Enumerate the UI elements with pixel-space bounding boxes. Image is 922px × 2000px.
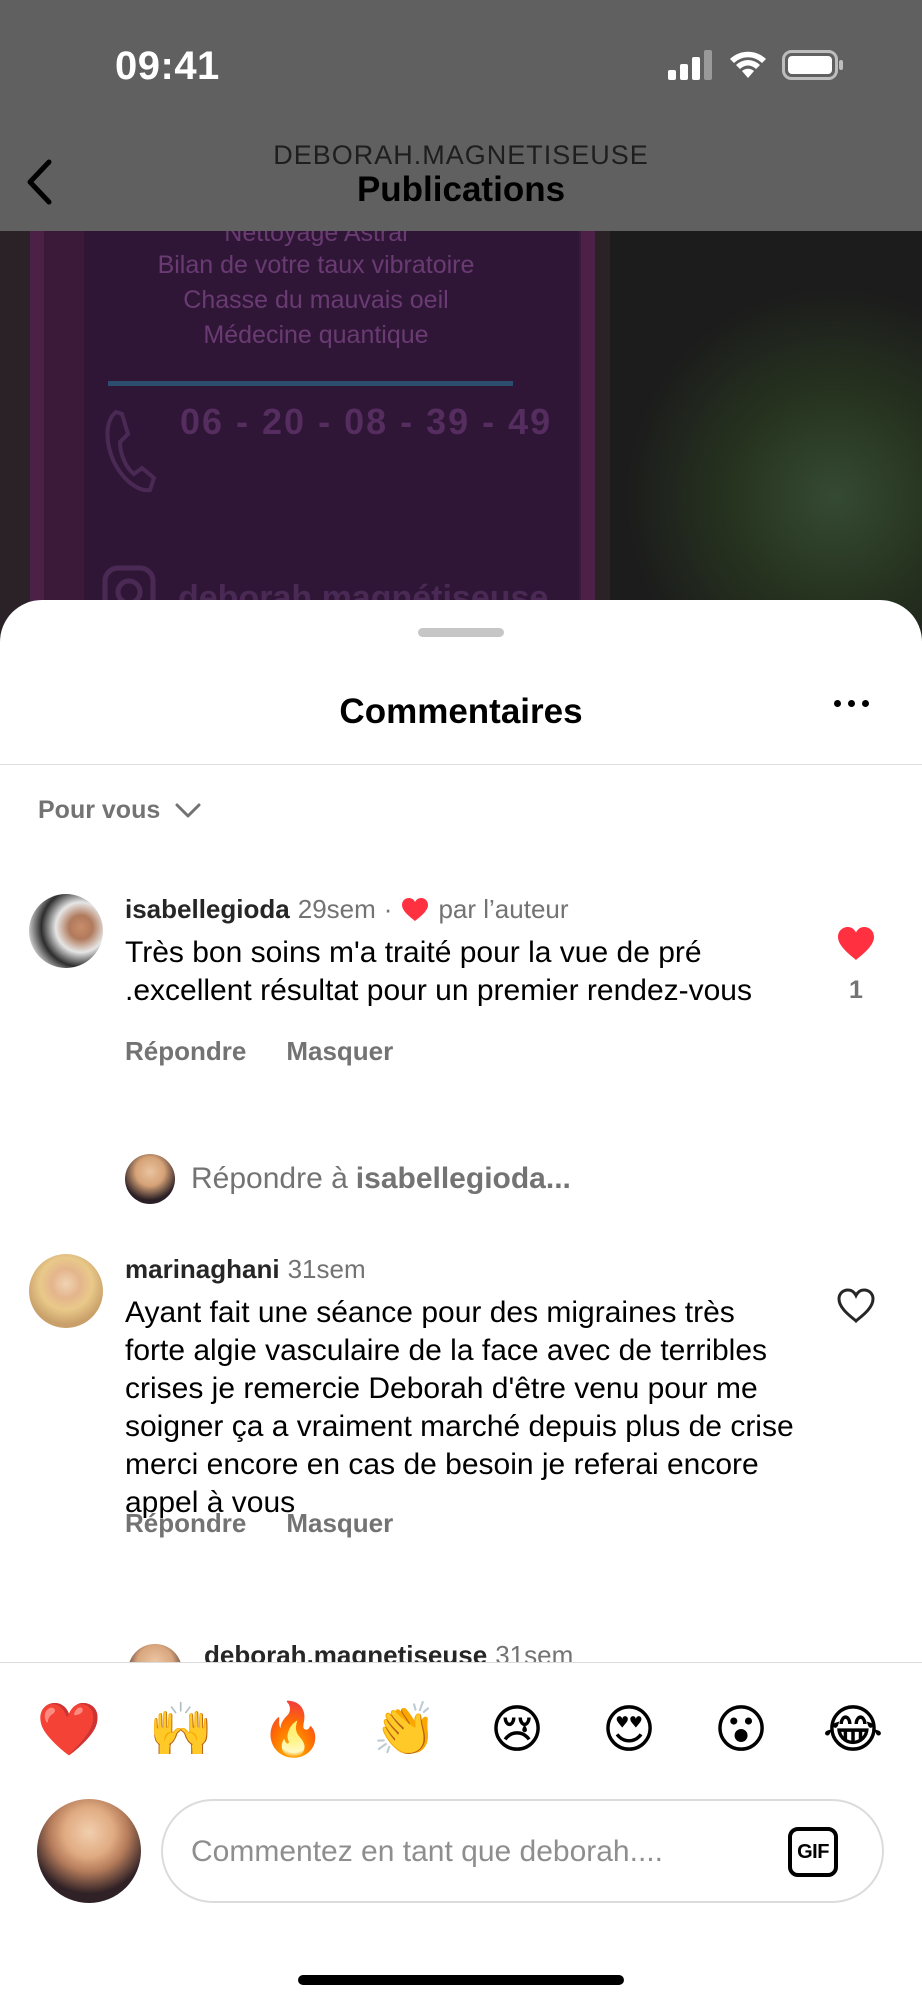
reply-prompt-user: isabellegioda... bbox=[355, 1162, 571, 1195]
reply-button[interactable]: Répondre bbox=[125, 1508, 246, 1539]
emoji-heart-eyes[interactable]: 😍 bbox=[594, 1695, 664, 1765]
heart-filled-icon bbox=[838, 927, 874, 960]
nav-title: Publications bbox=[356, 170, 566, 209]
background-post-view: Nettoyage Astral Bilan de votre taux vib… bbox=[0, 0, 922, 640]
comment-input-container: GIF bbox=[161, 1799, 884, 1903]
sort-filter-label: Pour vous bbox=[38, 796, 161, 824]
comment-username[interactable]: isabellegioda bbox=[125, 894, 290, 925]
comment-text: Ayant fait une séance pour des migraines… bbox=[125, 1296, 794, 1519]
avatar[interactable] bbox=[29, 894, 103, 968]
reply-prompt[interactable]: Répondre à isabellegioda... bbox=[125, 1154, 571, 1204]
post-text-line: Médecine quantique bbox=[203, 321, 429, 349]
sheet-grabber[interactable] bbox=[418, 628, 504, 637]
gif-button[interactable]: GIF bbox=[788, 1827, 838, 1877]
avatar[interactable] bbox=[29, 1254, 103, 1328]
post-divider bbox=[108, 381, 513, 386]
comment-username[interactable]: deborah.magnetiseuse bbox=[204, 1640, 487, 1662]
emoji-fire[interactable]: 🔥 bbox=[258, 1695, 328, 1765]
more-options-button[interactable] bbox=[834, 700, 869, 707]
author-like-label: par l’auteur bbox=[438, 894, 569, 924]
post-image: Nettoyage Astral Bilan de votre taux vib… bbox=[0, 231, 922, 640]
wifi-icon bbox=[730, 51, 766, 78]
emoji-surprised-face[interactable]: 😮 bbox=[706, 1695, 776, 1765]
hide-button[interactable]: Masquer bbox=[286, 1036, 393, 1067]
post-text-line: Bilan de votre taux vibratoire bbox=[157, 251, 475, 279]
quick-emoji-bar: ❤️ 🙌 🔥 👏 😢 😍 😮 😂 bbox=[0, 1695, 922, 1765]
phone-icon bbox=[105, 409, 157, 493]
comment-input[interactable] bbox=[191, 1823, 771, 1881]
comment-time: 31sem bbox=[287, 1254, 366, 1284]
more-dot bbox=[834, 700, 841, 707]
nav-bar: DEBORAH.MAGNETISEUSE Publications bbox=[0, 130, 922, 231]
post-phone-number: 06 - 20 - 08 - 39 - 49 bbox=[180, 401, 553, 442]
reply-button[interactable]: Répondre bbox=[125, 1036, 246, 1067]
sheet-title: Commentaires bbox=[339, 692, 583, 731]
status-time: 09:41 bbox=[115, 44, 220, 88]
comment-time: 31sem bbox=[495, 1640, 574, 1662]
comment-time: 29sem bbox=[297, 894, 376, 924]
status-bar: 09:41 bbox=[0, 0, 922, 130]
comment-composer-area: ❤️ 🙌 🔥 👏 😢 😍 😮 😂 GIF bbox=[0, 1662, 922, 2000]
nav-subtitle: DEBORAH.MAGNETISEUSE bbox=[273, 140, 649, 170]
like-button[interactable] bbox=[835, 1288, 877, 1324]
comments-sheet: Commentaires Pour vous isabellegioda 29s… bbox=[0, 600, 922, 2000]
battery-icon bbox=[782, 50, 843, 80]
comment-username[interactable]: marinaghani bbox=[125, 1254, 280, 1285]
sheet-divider bbox=[0, 764, 922, 765]
comment-text: Très bon soins m'a traité pour la vue de… bbox=[125, 936, 752, 1007]
like-count: 1 bbox=[849, 976, 863, 1004]
chevron-down-icon bbox=[175, 803, 201, 817]
like-button[interactable]: 1 bbox=[835, 926, 877, 1005]
post-text-line: Nettoyage Astral bbox=[224, 231, 408, 247]
avatar[interactable] bbox=[128, 1644, 182, 1662]
avatar bbox=[125, 1154, 175, 1204]
partial-reply-item: deborah.magnetiseuse 31sem bbox=[0, 1634, 922, 1662]
more-dot bbox=[848, 700, 855, 707]
post-text-line: Chasse du mauvais oeil bbox=[183, 286, 449, 314]
signal-icon bbox=[668, 50, 712, 80]
current-user-avatar bbox=[37, 1799, 141, 1903]
heart-outline-icon bbox=[837, 1288, 875, 1324]
sort-filter-dropdown[interactable]: Pour vous bbox=[38, 796, 202, 825]
emoji-clapping-hands[interactable]: 👏 bbox=[370, 1695, 440, 1765]
more-dot bbox=[862, 700, 869, 707]
emoji-raising-hands[interactable]: 🙌 bbox=[146, 1695, 216, 1765]
reply-prompt-prefix: Répondre à bbox=[191, 1162, 348, 1195]
home-indicator bbox=[298, 1975, 624, 1985]
heart-filled-icon bbox=[402, 897, 429, 921]
emoji-red-heart[interactable]: ❤️ bbox=[34, 1695, 104, 1765]
emoji-laughing-tears[interactable]: 😂 bbox=[818, 1695, 888, 1765]
emoji-crying-face[interactable]: 😢 bbox=[482, 1695, 552, 1765]
hide-button[interactable]: Masquer bbox=[286, 1508, 393, 1539]
